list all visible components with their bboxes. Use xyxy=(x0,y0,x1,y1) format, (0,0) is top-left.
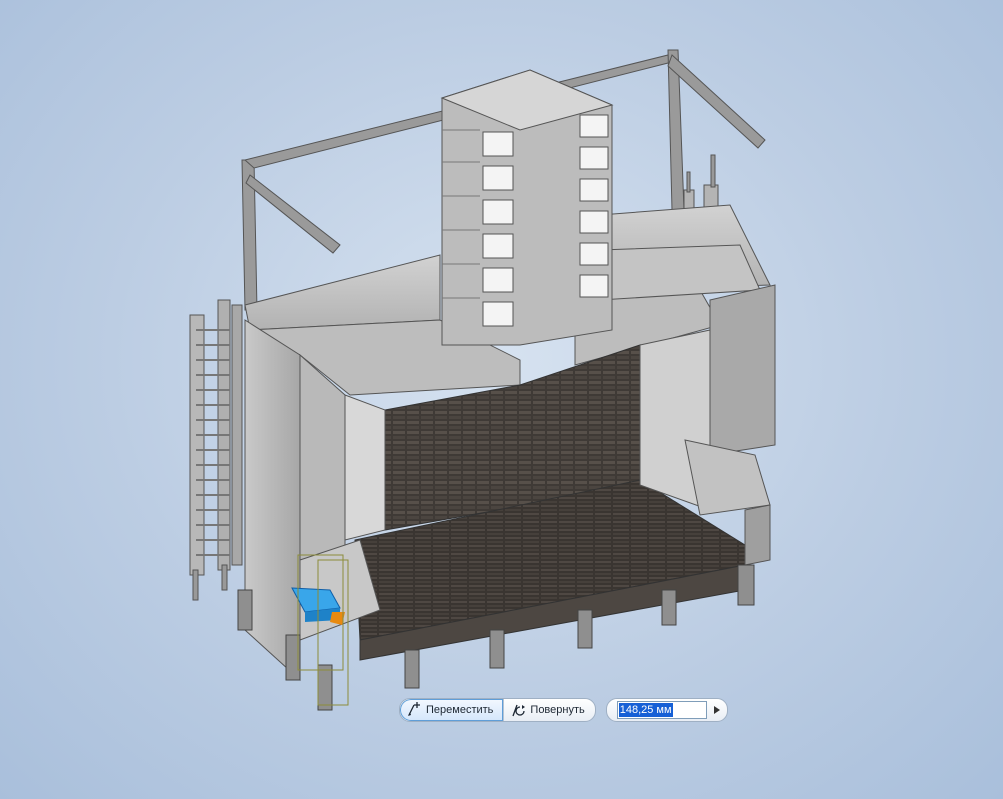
expand-button[interactable] xyxy=(711,702,723,718)
distance-value: 148,25 мм xyxy=(618,703,673,717)
triangle-right-icon xyxy=(713,706,720,714)
3d-viewport[interactable]: Переместить Повернуть 148,25 мм xyxy=(0,0,1003,799)
mini-toolbar: Переместить Повернуть 148,25 мм xyxy=(399,698,728,722)
heater-pipes-left xyxy=(189,299,243,601)
move-rotate-toggle: Переместить Повернуть xyxy=(399,698,596,722)
furnace-3d-model[interactable] xyxy=(0,0,1003,799)
central-chimney xyxy=(440,69,614,346)
rotate-label: Повернуть xyxy=(530,704,585,716)
rotate-icon xyxy=(512,704,526,717)
move-label: Переместить xyxy=(426,704,494,716)
distance-entry: 148,25 мм xyxy=(605,698,728,722)
distance-input[interactable]: 148,25 мм xyxy=(616,701,707,719)
move-button[interactable]: Переместить xyxy=(400,699,504,721)
rotate-button[interactable]: Повернуть xyxy=(503,699,594,721)
move-arrows-icon xyxy=(408,702,420,716)
